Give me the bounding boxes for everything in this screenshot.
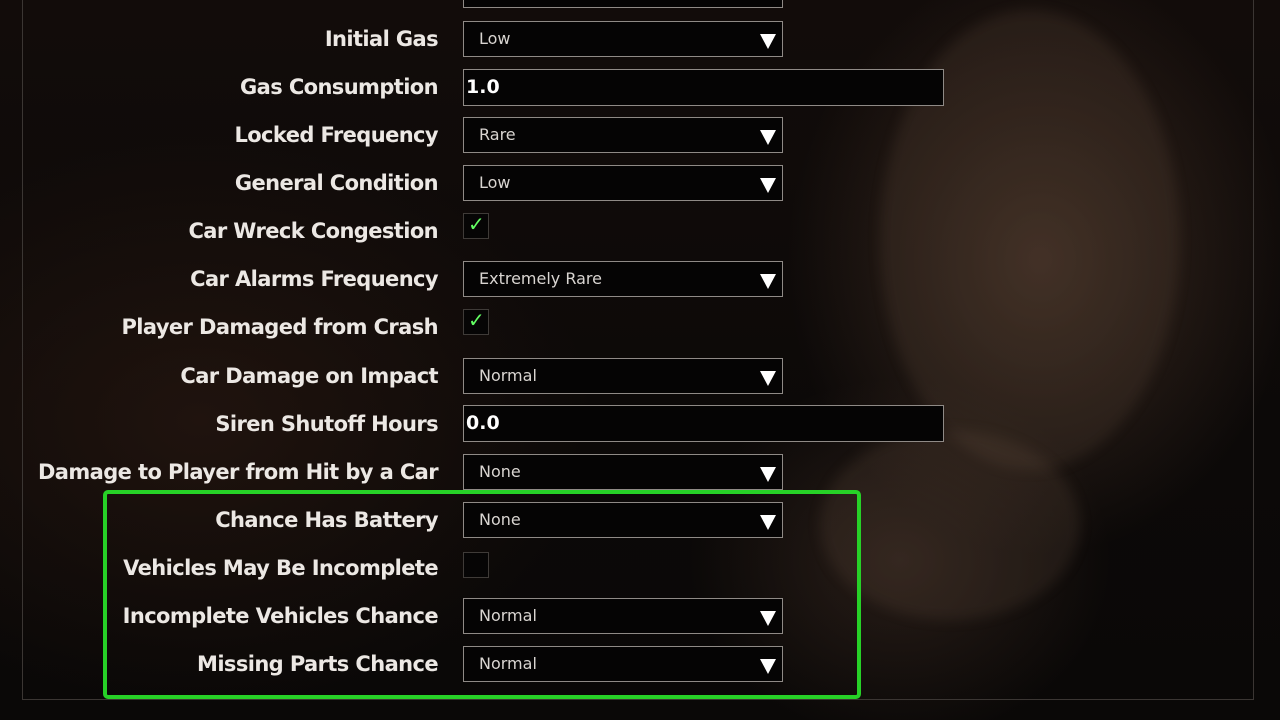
initial-gas-dropdown[interactable]: Low	[463, 21, 783, 57]
gas-consumption-input[interactable]: 1.0	[463, 69, 944, 106]
setting-row-gas-consumption: Gas Consumption 1.0	[0, 67, 1280, 107]
triangle-down-icon	[760, 130, 776, 145]
checkmark-icon: ✓	[468, 212, 485, 236]
setting-row-locked-frequency: Locked Frequency Rare	[0, 115, 1280, 155]
locked-frequency-dropdown[interactable]: Rare	[463, 117, 783, 153]
setting-label: Locked Frequency	[234, 123, 438, 147]
dropdown-value: Normal	[479, 366, 537, 385]
setting-label: Player Damaged from Crash	[121, 315, 439, 339]
checkmark-icon: ✓	[468, 308, 485, 332]
setting-label: Car Damage on Impact	[180, 364, 438, 388]
dropdown-value: None	[479, 462, 521, 481]
input-value: 1.0	[466, 76, 500, 98]
car-wreck-congestion-checkbox[interactable]: ✓	[463, 212, 489, 239]
siren-shutoff-hours-input[interactable]: 0.0	[463, 405, 944, 442]
dropdown-value: Extremely Rare	[479, 269, 602, 288]
player-damaged-from-crash-checkbox[interactable]: ✓	[463, 308, 489, 335]
car-alarms-frequency-dropdown[interactable]: Extremely Rare	[463, 261, 783, 297]
setting-label: Siren Shutoff Hours	[215, 412, 438, 436]
setting-label: Damage to Player from Hit by a Car	[37, 460, 439, 484]
triangle-down-icon	[760, 178, 776, 193]
setting-label: Gas Consumption	[240, 75, 439, 99]
car-damage-on-impact-dropdown[interactable]: Normal	[463, 358, 783, 394]
triangle-down-icon	[760, 371, 776, 386]
input-value: 0.0	[466, 412, 500, 434]
setting-row-damage-to-player-from-hit: Damage to Player from Hit by a Car None	[0, 452, 1280, 492]
settings-screen: Initial Gas Low Gas Consumption 1.0 Lock…	[0, 0, 1280, 720]
general-condition-dropdown[interactable]: Low	[463, 165, 783, 201]
setting-row-siren-shutoff-hours: Siren Shutoff Hours 0.0	[0, 404, 1280, 444]
triangle-down-icon	[760, 467, 776, 482]
dropdown-value: Rare	[479, 125, 516, 144]
damage-to-player-dropdown[interactable]: None	[463, 454, 783, 490]
setting-label: General Condition	[234, 171, 439, 195]
triangle-down-icon	[760, 274, 776, 289]
dropdown-value: Low	[479, 173, 511, 192]
offscreen-dropdown[interactable]	[463, 0, 783, 8]
setting-row-car-damage-on-impact: Car Damage on Impact Normal	[0, 356, 1280, 396]
setting-label: Car Wreck Congestion	[188, 219, 438, 243]
setting-row-initial-gas: Initial Gas Low	[0, 19, 1280, 59]
setting-row-player-damaged-from-crash: Player Damaged from Crash ✓	[0, 307, 1280, 347]
setting-row-general-condition: General Condition Low	[0, 163, 1280, 203]
setting-row-car-alarms-frequency: Car Alarms Frequency Extremely Rare	[0, 259, 1280, 299]
triangle-down-icon	[760, 34, 776, 49]
setting-label: Car Alarms Frequency	[190, 267, 438, 291]
setting-label: Initial Gas	[324, 27, 439, 51]
highlight-box	[103, 490, 861, 699]
setting-row-car-wreck-congestion: Car Wreck Congestion ✓	[0, 211, 1280, 251]
dropdown-value: Low	[479, 29, 511, 48]
